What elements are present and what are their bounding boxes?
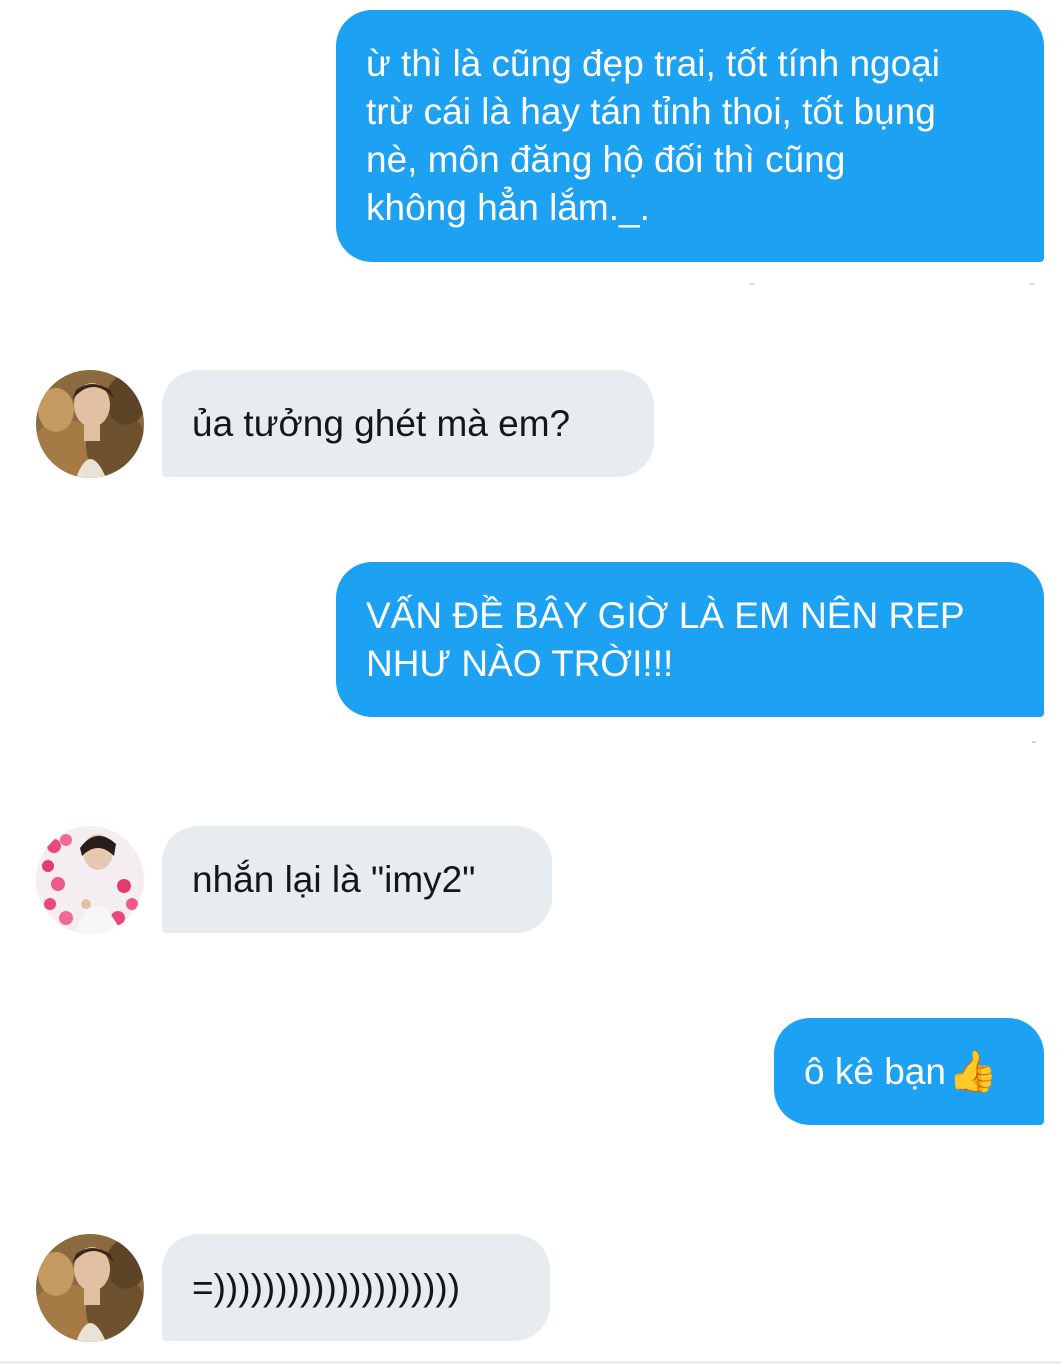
message-text: ô kê bạn <box>804 1050 946 1092</box>
message-text: ừ thì là cũng đẹp trai, tốt tính ngoại t… <box>366 43 940 228</box>
message-bubble-sent[interactable]: ừ thì là cũng đẹp trai, tốt tính ngoại t… <box>336 10 1044 262</box>
avatar[interactable] <box>36 1234 144 1342</box>
message-bubble-received[interactable]: ủa tưởng ghét mà em? <box>162 370 654 477</box>
message-text: ủa tưởng ghét mà em? <box>192 402 571 444</box>
divider <box>1032 741 1036 743</box>
divider <box>750 283 754 285</box>
message-bubble-received[interactable]: =)))))))))))))))))))) <box>162 1234 550 1341</box>
avatar[interactable] <box>36 826 144 934</box>
message-bubble-sent[interactable]: ô kê bạn 👍 <box>774 1018 1044 1125</box>
avatar[interactable] <box>36 370 144 478</box>
message-text: VẤN ĐỀ BÂY GIỜ LÀ EM NÊN REP NHƯ NÀO TRỜ… <box>366 594 965 684</box>
avatar-fur-coat-image <box>36 1234 144 1342</box>
message-bubble-received[interactable]: nhắn lại là "imy2" <box>162 826 552 933</box>
divider <box>1030 283 1034 285</box>
thumbs-up-icon: 👍 <box>947 1049 998 1094</box>
message-text: nhắn lại là "imy2" <box>192 858 476 900</box>
message-text: =)))))))))))))))))))) <box>192 1266 461 1308</box>
avatar-hearts-image <box>36 826 144 934</box>
message-bubble-sent[interactable]: VẤN ĐỀ BÂY GIỜ LÀ EM NÊN REP NHƯ NÀO TRỜ… <box>336 562 1044 717</box>
avatar-fur-coat-image <box>36 370 144 478</box>
